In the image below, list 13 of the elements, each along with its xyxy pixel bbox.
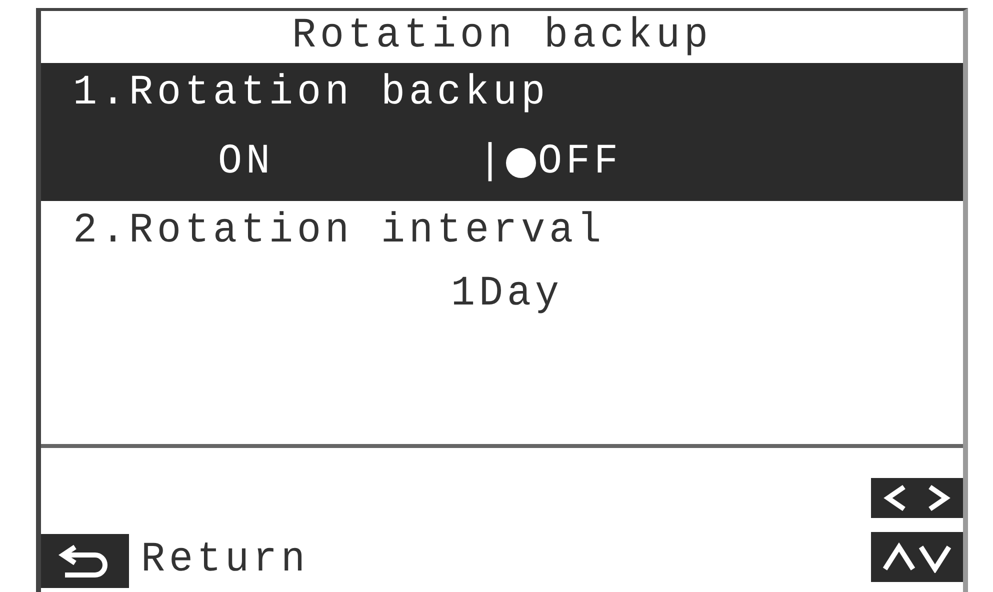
up-down-icon <box>871 532 963 582</box>
menu-item[interactable]: 2.Rotation interval 1Day <box>41 201 963 444</box>
menu-item[interactable]: 1.Rotation backup ON | OFF <box>41 63 963 201</box>
item-label: 2.Rotation interval <box>73 211 606 253</box>
separator-mark: | <box>478 142 506 184</box>
return-label: Return <box>141 540 310 582</box>
screen-title: Rotation backup <box>292 16 712 58</box>
setting-value: 1Day <box>451 274 564 316</box>
radio-option[interactable]: OFF <box>506 143 622 183</box>
item-label: 1.Rotation backup <box>73 73 550 115</box>
radio-option[interactable]: ON <box>218 143 274 183</box>
left-right-icon <box>871 478 963 518</box>
return-icon <box>41 534 129 588</box>
